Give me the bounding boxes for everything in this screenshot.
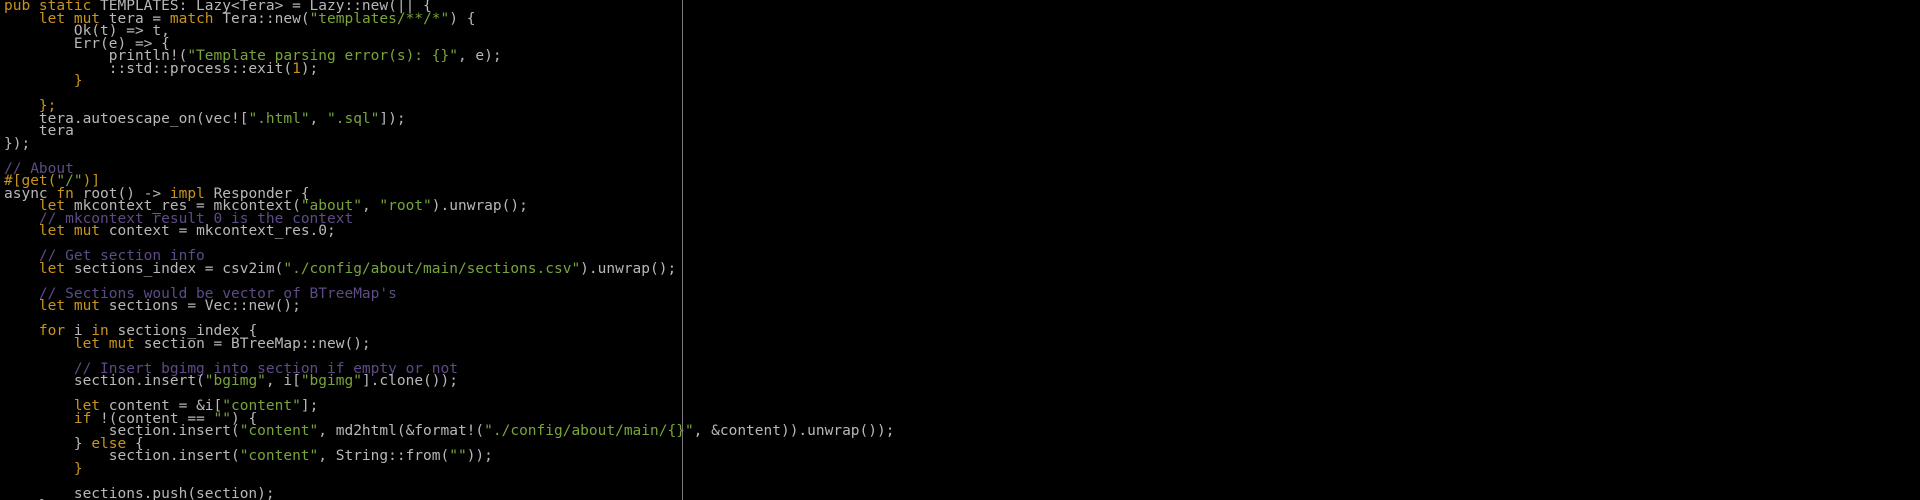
code-text: ); [300,60,319,77]
code-text: , String::from( [318,448,450,464]
code-string: "bgimg" [204,373,266,389]
code-line[interactable]: section.insert("bgimg", i["bgimg"].clone… [4,373,1914,389]
code-text: , [361,198,380,214]
code-line[interactable] [4,238,1914,251]
code-line[interactable]: } [4,73,1914,89]
code-string: "root" [379,198,432,214]
code-line[interactable] [4,475,1914,488]
code-text: )); [466,448,493,464]
color-column-ruler [682,0,683,500]
code-line[interactable]: }); [4,135,1914,152]
code-keyword: let mut [73,335,144,352]
code-line[interactable] [4,313,1914,326]
code-text: , [309,110,328,127]
code-line[interactable] [4,88,1914,101]
code-keyword: let mut [38,223,109,239]
code-text: section = BTreeMap::new(); [143,335,371,352]
code-string: "templates/**/*" [309,10,450,27]
code-text: , &content)).unwrap()); [693,423,895,439]
code-text: context = mkcontext_res.0; [108,223,336,239]
code-text: ]; [300,398,319,414]
code-keyword: } [4,73,83,89]
code-text: ).unwrap(); [431,198,528,214]
code-keyword: 1 [292,60,301,77]
code-string: "content" [239,448,319,464]
code-text: ) { [449,10,476,27]
code-keyword: } [4,460,83,477]
code-line[interactable]: // About [4,161,1914,176]
code-text: }); [4,135,31,152]
code-text: Tera::new( [222,10,310,27]
code-line[interactable]: section.insert("content", md2html(&forma… [4,423,1914,439]
code-string: ".sql" [327,110,380,127]
code-line[interactable]: tera.autoescape_on(vec![".html", ".sql"]… [4,110,1914,127]
code-line[interactable] [4,150,1914,163]
code-string: "./config/about/main/sections.csv" [283,260,581,277]
code-string: "content" [239,423,319,439]
code-line[interactable]: } [4,460,1914,477]
code-keyword: match [169,10,223,27]
code-text: ).unwrap(); [580,260,677,277]
code-line[interactable]: let mut section = BTreeMap::new(); [4,335,1914,352]
code-string: ".html" [248,110,310,127]
code-line[interactable]: let mut sections = Vec::new(); [4,298,1914,314]
code-text: sections_index = csv2im( [73,260,284,277]
code-string: "bgimg" [300,373,362,389]
code-keyword: let mut [38,298,109,314]
code-text: , md2html(&format!( [318,423,485,439]
code-text: section.insert( [4,373,205,389]
code-line[interactable]: let mut context = mkcontext_res.0; [4,223,1914,239]
code-text: sections = Vec::new(); [108,298,301,314]
code-keyword: let [38,260,74,277]
code-editor[interactable]: pub static TEMPLATES: Lazy<Tera> = Lazy:… [4,0,1914,500]
code-line[interactable]: tera [4,124,1914,139]
code-text: ].clone()); [361,373,458,389]
code-line[interactable]: let mut tera = match Tera::new("template… [4,10,1914,27]
code-line[interactable]: ::std::process::exit(1); [4,60,1914,77]
code-line[interactable]: section.insert("content", String::from("… [4,448,1914,464]
code-text: , i[ [265,373,301,389]
code-text: ]); [379,110,406,127]
code-line[interactable]: sections.push(section); [4,486,1914,500]
code-string: "" [449,448,467,464]
code-line[interactable]: let sections_index = csv2im("./config/ab… [4,260,1914,277]
code-text: , e); [457,48,502,64]
code-line[interactable]: let content = &i["content"]; [4,398,1914,414]
code-string: "./config/about/main/{}" [484,423,694,439]
code-line[interactable]: Ok(t) => t, [4,24,1914,39]
